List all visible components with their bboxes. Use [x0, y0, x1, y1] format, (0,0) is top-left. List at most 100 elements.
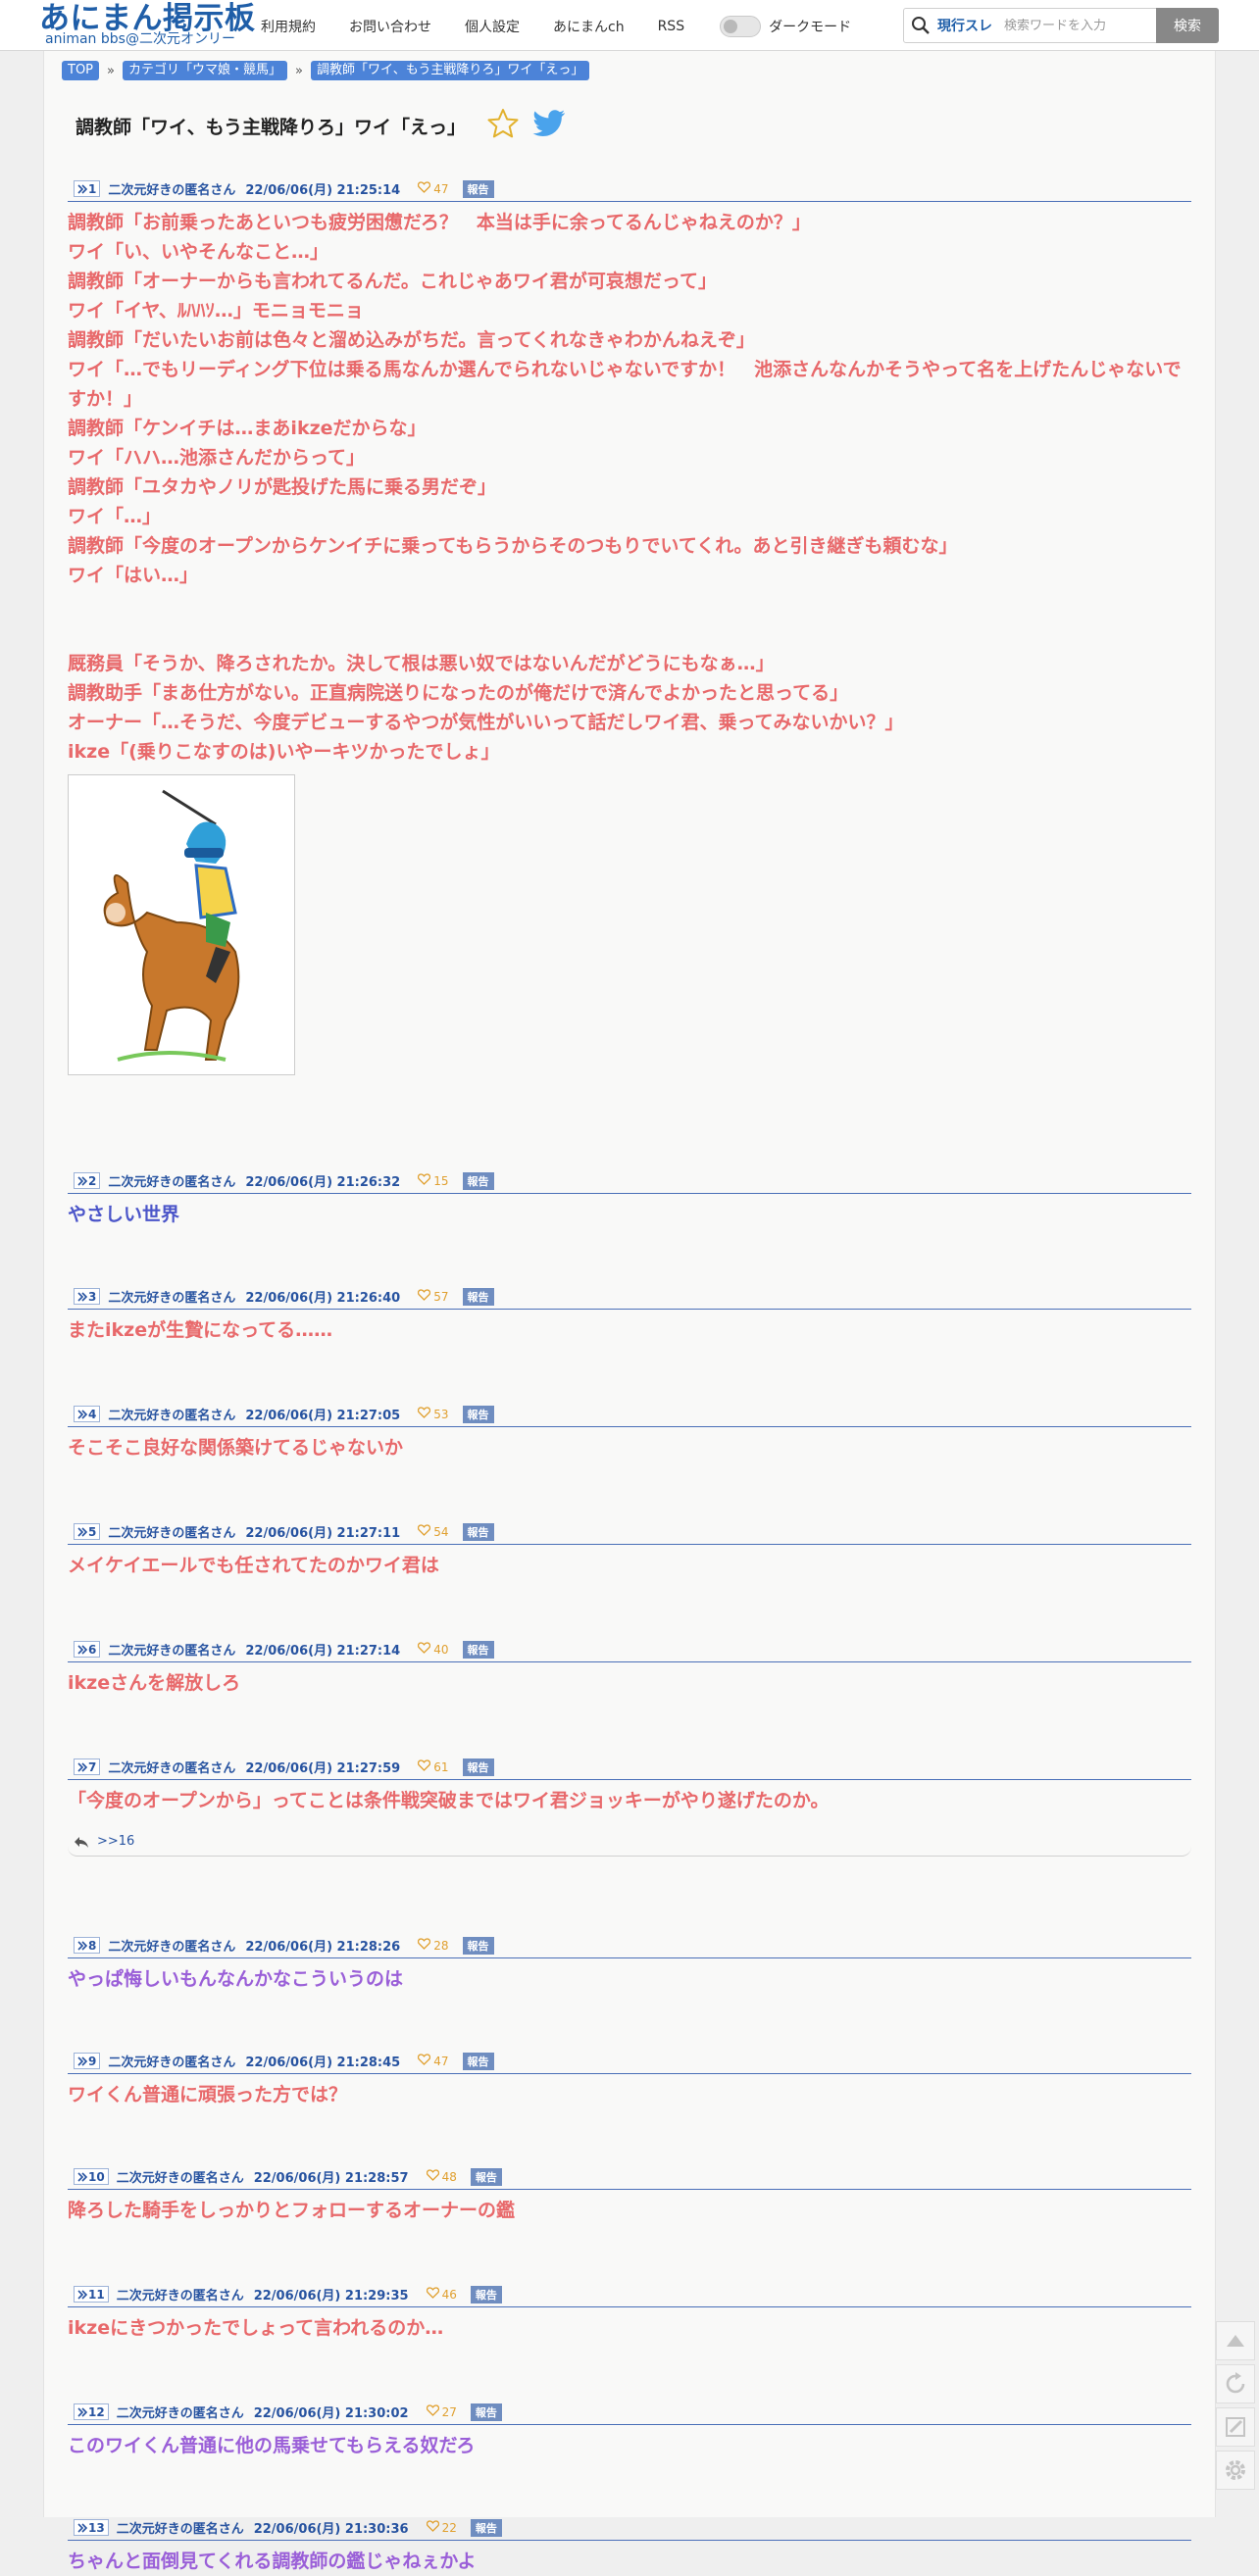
report-button[interactable]: 報告	[470, 2167, 502, 2186]
like-button[interactable]: 27	[426, 2404, 457, 2419]
post-number[interactable]: 4	[74, 1406, 101, 1422]
post-number[interactable]: 6	[74, 1641, 101, 1658]
post-number[interactable]: 1	[74, 180, 101, 197]
nav-settings[interactable]: 個人設定	[465, 17, 520, 36]
like-button[interactable]: 22	[426, 2520, 457, 2535]
search-input[interactable]	[1004, 18, 1151, 33]
like-button[interactable]: 28	[418, 1938, 449, 1953]
post-author: 二次元好きの匿名さん	[108, 1175, 236, 1190]
like-button[interactable]: 47	[418, 2054, 449, 2068]
reply-link[interactable]: >>16	[97, 1834, 134, 1849]
breadcrumb-category[interactable]: カテゴリ「ウマ娘・競馬」	[122, 61, 287, 80]
site-logo[interactable]: あにまん掲示板 animan bbs@二次元オンリー	[39, 2, 256, 46]
reply-arrow-icon	[77, 2406, 88, 2417]
post-number-value: 10	[88, 2169, 105, 2184]
dark-mode-toggle[interactable]	[720, 16, 762, 37]
post-header: 7 二次元好きの匿名さん 22/06/06(月) 21:27:59 61 報告	[68, 1755, 1191, 1780]
post-body: やっぱ悔しいもんなんかなこういうのは	[68, 1958, 1191, 1994]
post-body: ワイくん普通に頑張った方では？	[68, 2074, 1191, 2109]
post-body: そこそこ良好な関係築けてるじゃないか	[68, 1427, 1191, 1462]
post-date: 22/06/06(月) 21:28:57	[253, 2171, 409, 2186]
search-button[interactable]: 検索	[1156, 8, 1219, 43]
post-number[interactable]: 13	[74, 2519, 109, 2536]
nav-contact[interactable]: お問い合わせ	[349, 17, 431, 36]
like-button[interactable]: 48	[426, 2169, 457, 2184]
like-button[interactable]: 61	[418, 1759, 449, 1774]
like-count: 48	[441, 2169, 457, 2184]
report-button[interactable]: 報告	[462, 1287, 494, 1306]
like-button[interactable]: 54	[418, 1524, 449, 1539]
report-button[interactable]: 報告	[462, 1640, 494, 1659]
reload-button[interactable]	[1216, 2364, 1255, 2403]
heart-icon	[418, 1289, 433, 1304]
search-scope[interactable]: 現行スレ	[937, 16, 992, 35]
like-button[interactable]: 46	[426, 2287, 457, 2302]
breadcrumb-separator: »	[295, 63, 303, 78]
post-line: ワイ「…でもリーディング下位は乗る馬なんか選んでられないじゃないですか！ 池添さ…	[68, 359, 1182, 410]
post-number-value: 1	[88, 181, 97, 196]
like-count: 40	[433, 1642, 449, 1657]
report-button[interactable]: 報告	[462, 1758, 494, 1776]
report-button[interactable]: 報告	[470, 2403, 502, 2421]
post-header: 6 二次元好きの匿名さん 22/06/06(月) 21:27:14 40 報告	[68, 1637, 1191, 1662]
post-image-jockey[interactable]	[68, 774, 295, 1075]
breadcrumb-top[interactable]: TOP	[62, 61, 100, 80]
post-date: 22/06/06(月) 21:27:05	[245, 1409, 401, 1423]
post-body: メイケイエールでも任されてたのかワイ君は	[68, 1545, 1191, 1580]
twitter-share-icon[interactable]	[532, 110, 566, 141]
post-header: 1 二次元好きの匿名さん 22/06/06(月) 21:25:14 47 報告	[68, 176, 1191, 202]
settings-button[interactable]	[1216, 2451, 1255, 2490]
like-count: 54	[433, 1524, 449, 1539]
post-body: このワイくん普通に他の馬乗せてもらえる奴だろ	[68, 2425, 1191, 2460]
post-number-value: 4	[88, 1407, 97, 1421]
post-date: 22/06/06(月) 21:27:11	[245, 1526, 401, 1541]
post-body: 「今度のオープンから」ってことは条件戦突破まではワイ君ジョッキーがやり遂げたのか…	[68, 1780, 1191, 1815]
post-number[interactable]: 3	[74, 1288, 101, 1305]
post-number[interactable]: 9	[74, 2053, 101, 2069]
star-favorite-icon[interactable]	[487, 108, 519, 143]
nav-animanch[interactable]: あにまんch	[553, 17, 625, 36]
nav-rss[interactable]: RSS	[658, 19, 685, 34]
report-button[interactable]: 報告	[462, 1522, 494, 1541]
post-number[interactable]: 8	[74, 1937, 101, 1954]
heart-icon	[426, 2287, 442, 2302]
post-number[interactable]: 2	[74, 1172, 101, 1189]
post-header: 8 二次元好きの匿名さん 22/06/06(月) 21:28:26 28 報告	[68, 1933, 1191, 1958]
report-button[interactable]: 報告	[462, 179, 494, 198]
post: 8 二次元好きの匿名さん 22/06/06(月) 21:28:26 28 報告 やっぱ悔し…	[68, 1933, 1191, 1994]
reply-arrow-icon	[77, 2289, 88, 2300]
post-number[interactable]: 5	[74, 1523, 101, 1540]
nav-terms[interactable]: 利用規約	[261, 17, 316, 36]
breadcrumb-thread[interactable]: 調教師「ワイ、もう主戦降りろ」ワイ「えっ」	[310, 61, 590, 80]
report-button[interactable]: 報告	[462, 1936, 494, 1955]
post-number-value: 6	[88, 1642, 97, 1657]
post-number[interactable]: 12	[74, 2403, 109, 2420]
write-button[interactable]	[1216, 2407, 1255, 2447]
like-button[interactable]: 57	[418, 1289, 449, 1304]
like-button[interactable]: 53	[418, 1407, 449, 1421]
post-date: 22/06/06(月) 21:30:36	[253, 2522, 409, 2537]
post-line: ちゃんと面倒見てくれる調教師の鑑じゃねぇかよ	[68, 2551, 477, 2572]
post-number-value: 5	[88, 1524, 97, 1539]
post-body: ikzeさんを解放しろ	[68, 1662, 1191, 1698]
report-button[interactable]: 報告	[470, 2518, 502, 2537]
like-button[interactable]: 40	[418, 1642, 449, 1657]
dark-mode-control: ダークモード	[720, 16, 851, 37]
post-header: 10 二次元好きの匿名さん 22/06/06(月) 21:28:57 48 報告	[68, 2164, 1191, 2190]
report-button[interactable]: 報告	[462, 2052, 494, 2070]
like-button[interactable]: 15	[418, 1173, 449, 1188]
report-button[interactable]: 報告	[470, 2285, 502, 2304]
post-number[interactable]: 11	[74, 2286, 109, 2303]
post-number-value: 8	[88, 1938, 97, 1953]
post: 7 二次元好きの匿名さん 22/06/06(月) 21:27:59 61 報告 「今度のオ…	[68, 1755, 1191, 1857]
report-button[interactable]: 報告	[462, 1171, 494, 1190]
scroll-top-button[interactable]	[1216, 2321, 1255, 2360]
post-number[interactable]: 7	[74, 1759, 101, 1775]
post-line: ワイ「…」	[68, 506, 162, 527]
post-number[interactable]: 10	[74, 2168, 109, 2185]
post: 3 二次元好きの匿名さん 22/06/06(月) 21:26:40 57 報告 またikz…	[68, 1284, 1191, 1345]
report-button[interactable]: 報告	[462, 1405, 494, 1423]
post-header: 5 二次元好きの匿名さん 22/06/06(月) 21:27:11 54 報告	[68, 1519, 1191, 1545]
post-line: ワイ「イヤ、ﾙﾊﾊｿ…」モニョモニョ	[68, 300, 364, 322]
like-button[interactable]: 47	[418, 181, 449, 196]
